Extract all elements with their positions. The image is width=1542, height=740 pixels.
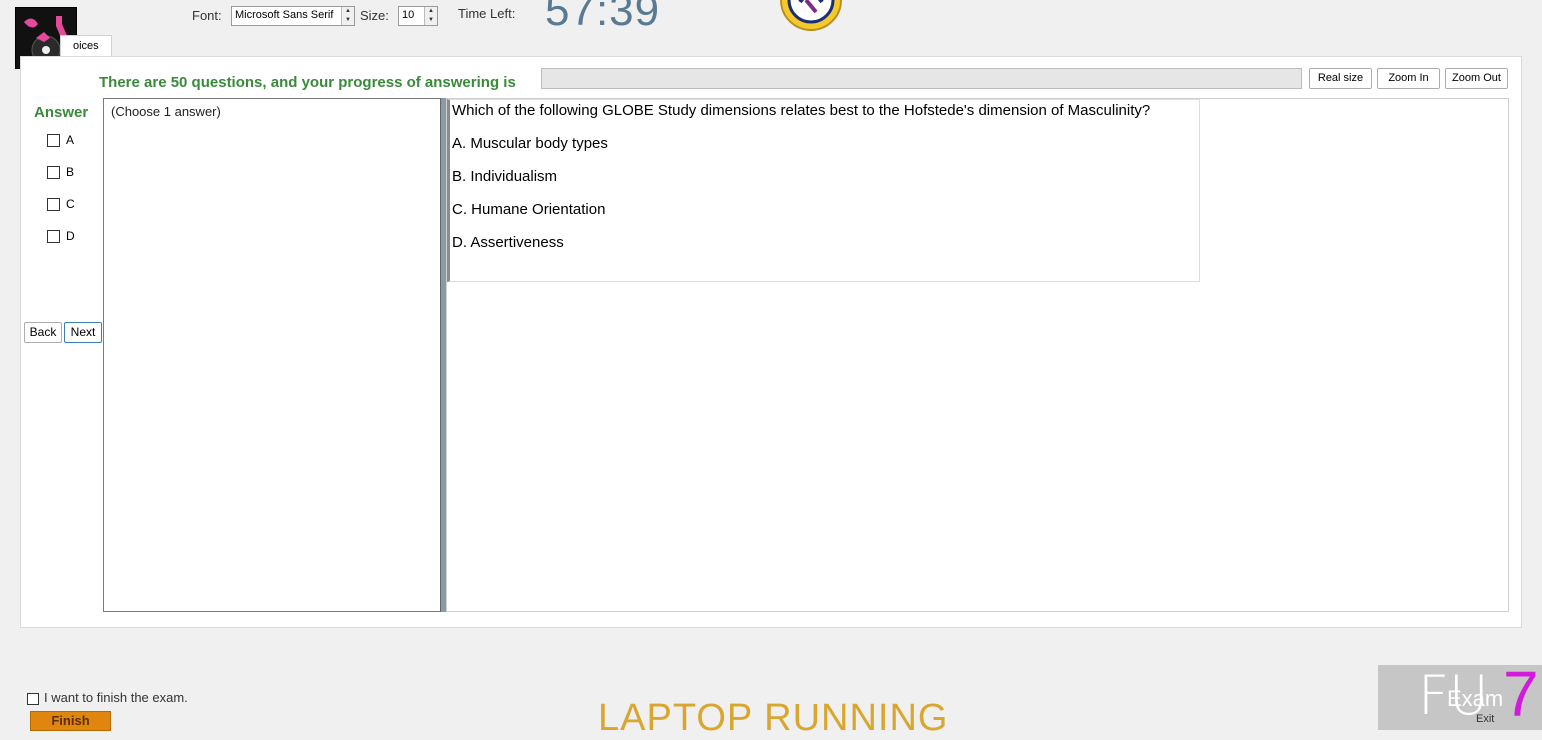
- zoom-out-button[interactable]: Zoom Out: [1445, 68, 1508, 89]
- size-value: 10: [402, 9, 415, 21]
- exit-button[interactable]: Exit: [1476, 713, 1494, 725]
- choose-hint: (Choose 1 answer): [111, 104, 221, 119]
- laptop-status: LAPTOP RUNNING: [598, 697, 949, 739]
- option-label: B: [66, 165, 75, 179]
- back-button[interactable]: Back: [24, 322, 62, 343]
- font-label: Font:: [192, 8, 222, 23]
- answer-option-a[interactable]: A: [47, 133, 75, 148]
- answer-title: Answer: [34, 104, 89, 121]
- spin-down-icon[interactable]: ▼: [425, 16, 437, 25]
- real-size-button[interactable]: Real size: [1309, 68, 1372, 89]
- question-choice-a: A. Muscular body types: [452, 135, 608, 152]
- progress-bar: [541, 68, 1302, 89]
- choose-panel: [103, 98, 441, 612]
- answer-option-d[interactable]: D: [47, 229, 75, 244]
- time-left-label: Time Left:: [458, 6, 516, 21]
- checkbox[interactable]: [27, 692, 39, 705]
- option-label: C: [66, 197, 75, 211]
- finish-checkbox-label: I want to finish the exam.: [44, 690, 188, 705]
- font-select[interactable]: Microsoft Sans Serif ▲ ▼: [231, 6, 355, 26]
- question-text: Which of the following GLOBE Study dimen…: [452, 102, 1151, 119]
- spin-down-icon[interactable]: ▼: [342, 16, 354, 25]
- size-stepper[interactable]: 10 ▲ ▼: [398, 6, 438, 26]
- question-box: [447, 99, 1200, 282]
- font-value: Microsoft Sans Serif: [235, 9, 334, 21]
- finish-exam-checkbox[interactable]: I want to finish the exam.: [27, 690, 188, 705]
- checkbox[interactable]: [47, 198, 60, 212]
- finish-button[interactable]: Finish: [30, 711, 111, 731]
- font-spinner[interactable]: ▲ ▼: [341, 7, 354, 25]
- brand-exam: Exam: [1447, 686, 1504, 711]
- checkbox[interactable]: [47, 166, 60, 180]
- question-choice-b: B. Individualism: [452, 168, 558, 185]
- spin-up-icon[interactable]: ▲: [342, 7, 354, 16]
- spin-up-icon[interactable]: ▲: [425, 7, 437, 16]
- real-madrid-crest-icon: [772, 0, 850, 32]
- checkbox[interactable]: [47, 230, 60, 244]
- checkbox[interactable]: [47, 134, 60, 148]
- answer-option-c[interactable]: C: [47, 197, 75, 212]
- option-label: A: [66, 133, 75, 147]
- question-choice-d: D. Assertiveness: [452, 234, 564, 251]
- progress-label: There are 50 questions, and your progres…: [99, 74, 516, 91]
- question-choice-c: C. Humane Orientation: [452, 201, 606, 218]
- option-label: D: [66, 229, 75, 243]
- timer-display: 57:39: [545, 0, 661, 35]
- next-button[interactable]: Next: [64, 322, 102, 343]
- zoom-in-button[interactable]: Zoom In: [1377, 68, 1440, 89]
- size-label: Size:: [360, 8, 389, 23]
- answer-option-b[interactable]: B: [47, 165, 75, 180]
- size-spinner[interactable]: ▲ ▼: [424, 7, 437, 25]
- tab-choices[interactable]: oices: [60, 35, 112, 57]
- brand-version: 7: [1503, 658, 1539, 730]
